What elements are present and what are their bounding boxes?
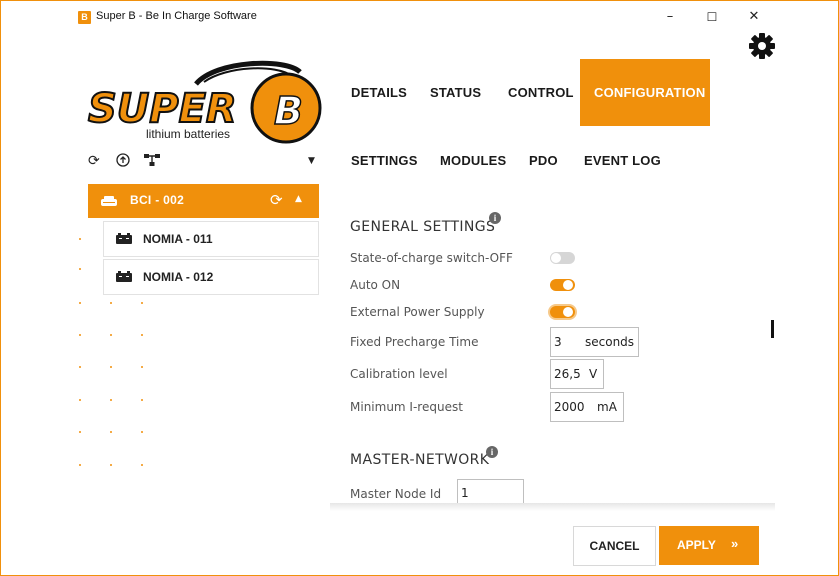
tab-details[interactable]: DETAILS (351, 85, 407, 100)
tab-configuration-label: CONFIGURATION (594, 85, 706, 100)
super-b-logo: SUPER B lithium batteries (87, 60, 322, 144)
network-device-icon (101, 196, 117, 206)
master-node-id-value: 1 (461, 486, 469, 500)
min-irequest-input[interactable]: 2000 mA (550, 392, 624, 422)
soc-switch-off-label: State-of-charge switch-OFF (350, 251, 513, 265)
logo-tagline: lithium batteries (146, 127, 230, 141)
app-icon: B (78, 11, 91, 24)
precharge-label: Fixed Precharge Time (350, 335, 479, 349)
title-bar: B Super B - Be In Charge Software – ☐ ✕ (0, 0, 839, 34)
battery-icon (116, 271, 132, 282)
double-chevron-right-icon: » (731, 536, 739, 551)
cancel-label: CANCEL (589, 539, 640, 553)
scroll-shadow (330, 503, 775, 511)
precharge-input[interactable]: 3 seconds (550, 327, 639, 357)
logo-brand-text: SUPER (88, 86, 237, 132)
precharge-value: 3 (554, 335, 562, 349)
subtab-event-log[interactable]: EVENT LOG (584, 153, 661, 168)
soc-switch-off-toggle[interactable] (550, 252, 575, 264)
chevron-up-icon[interactable]: ▲ (295, 194, 302, 204)
calibration-label: Calibration level (350, 367, 448, 381)
min-irequest-label: Minimum I-request (350, 400, 463, 414)
auto-on-toggle[interactable] (550, 279, 575, 291)
calibration-unit: V (589, 367, 598, 381)
refresh-icon[interactable]: ⟳ (88, 153, 100, 169)
scrollbar-thumb[interactable] (771, 320, 774, 338)
min-irequest-unit: mA (597, 400, 617, 414)
info-icon[interactable]: i (489, 212, 501, 224)
upload-icon[interactable] (116, 153, 130, 171)
info-icon[interactable]: i (486, 446, 498, 458)
sidebar-toolbar: ⟳ ▼ (86, 150, 320, 174)
apply-button[interactable]: APPLY » (659, 526, 759, 565)
device-label: NOMIA - 012 (143, 270, 214, 284)
device-item-nomia-011[interactable]: NOMIA - 011 (103, 221, 319, 257)
subtab-settings[interactable]: SETTINGS (351, 153, 418, 168)
auto-on-label: Auto ON (350, 278, 401, 292)
apply-label: APPLY (677, 538, 716, 552)
master-network-title: MASTER-NETWORK (350, 452, 490, 468)
subtab-modules[interactable]: MODULES (440, 153, 506, 168)
precharge-unit: seconds (585, 335, 635, 349)
external-power-toggle[interactable] (550, 306, 575, 318)
master-node-id-label: Master Node Id (350, 487, 442, 501)
window-title: Super B - Be In Charge Software (96, 10, 257, 22)
calibration-value: 26,5 (554, 367, 581, 381)
cancel-button[interactable]: CANCEL (573, 526, 656, 566)
network-refresh-icon[interactable]: ⟳ (270, 191, 283, 209)
battery-icon (116, 233, 132, 244)
calibration-input[interactable]: 26,5 V (550, 359, 604, 389)
network-icon[interactable] (143, 153, 161, 171)
gear-icon[interactable] (746, 30, 778, 62)
device-label: NOMIA - 011 (143, 232, 213, 246)
network-label: BCI - 002 (130, 193, 185, 207)
network-item-bci[interactable]: BCI - 002 ⟳ ▲ (88, 184, 319, 218)
chevron-down-icon[interactable]: ▼ (308, 156, 315, 166)
tab-control[interactable]: CONTROL (508, 85, 574, 100)
tab-configuration[interactable]: CONFIGURATION (580, 59, 710, 126)
minimize-button[interactable]: – (655, 6, 685, 28)
close-button[interactable]: ✕ (739, 6, 769, 28)
maximize-button[interactable]: ☐ (697, 6, 727, 28)
external-power-label: External Power Supply (350, 305, 485, 319)
logo-letter: B (274, 89, 303, 133)
device-item-nomia-012[interactable]: NOMIA - 012 (103, 259, 319, 295)
general-settings-title: GENERAL SETTINGS (350, 219, 496, 235)
min-irequest-value: 2000 (554, 400, 585, 414)
subtab-pdo[interactable]: PDO (529, 153, 558, 168)
tab-status[interactable]: STATUS (430, 85, 481, 100)
